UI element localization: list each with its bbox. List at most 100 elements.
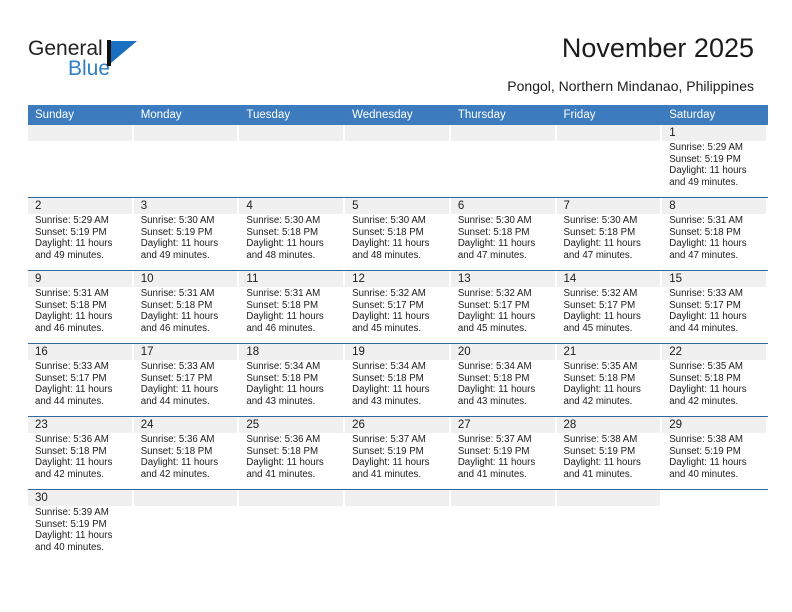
calendar-day-cell[interactable]: 7 Sunrise: 5:30 AM Sunset: 5:18 PM Daylight… [556, 198, 663, 270]
daylight-text-line2: and 46 minutes. [140, 322, 210, 334]
daylight-text-line1: Daylight: 11 hours [457, 457, 536, 469]
daylight-text-line2: and 44 minutes. [35, 395, 104, 407]
calendar-day-cell-empty [450, 490, 557, 562]
day-number [450, 125, 555, 141]
day-number: 18 [239, 344, 344, 360]
daylight-text-line1: Daylight: 11 hours [352, 384, 430, 396]
calendar-day-cell-empty [133, 490, 240, 562]
weekday-header-saturday: Saturday [669, 109, 716, 121]
day-number: 13 [450, 271, 555, 287]
brand-logo[interactable]: General Blue [28, 38, 288, 90]
day-number [239, 125, 344, 141]
day-details: Sunrise: 5:32 AM Sunset: 5:17 PM Daylight:… [345, 287, 451, 334]
daylight-text-line2: and 42 minutes. [669, 395, 739, 407]
calendar-day-cell[interactable]: 13 Sunrise: 5:32 AM Sunset: 5:17 PM Dayligh… [450, 271, 557, 343]
calendar-day-cell[interactable]: 19 Sunrise: 5:34 AM Sunset: 5:18 PM Dayligh… [345, 344, 451, 416]
day-number [133, 490, 238, 506]
day-number [556, 125, 661, 141]
calendar-day-cell[interactable]: 14 Sunrise: 5:32 AM Sunset: 5:17 PM Dayligh… [556, 271, 663, 343]
daylight-text-line2: and 40 minutes. [35, 541, 104, 553]
calendar-day-cell[interactable]: 23 Sunrise: 5:36 AM Sunset: 5:18 PM Dayligh… [28, 417, 134, 489]
calendar-day-cell[interactable]: 5 Sunrise: 5:30 AM Sunset: 5:18 PM Daylight… [345, 198, 451, 270]
day-number: 5 [345, 198, 449, 214]
sunset-text: Sunset: 5:19 PM [140, 226, 213, 238]
calendar-day-cell[interactable]: 29 Sunrise: 5:38 AM Sunset: 5:19 PM Dayligh… [662, 417, 768, 489]
day-details: Sunrise: 5:30 AM Sunset: 5:19 PM Daylight:… [134, 214, 240, 261]
day-number [450, 490, 555, 506]
calendar-day-cell[interactable]: 4 Sunrise: 5:30 AM Sunset: 5:18 PM Daylight… [239, 198, 345, 270]
day-number: 9 [28, 271, 132, 287]
calendar-day-cell[interactable]: 15 Sunrise: 5:33 AM Sunset: 5:17 PM Dayligh… [662, 271, 768, 343]
sunset-text: Sunset: 5:19 PM [352, 445, 424, 457]
daylight-text-line1: Daylight: 11 hours [352, 457, 430, 469]
daylight-text-line1: Daylight: 11 hours [35, 530, 113, 542]
daylight-text-line1: Daylight: 11 hours [563, 238, 641, 250]
day-details: Sunrise: 5:34 AM Sunset: 5:18 PM Daylight:… [345, 360, 451, 407]
day-details: Sunrise: 5:35 AM Sunset: 5:18 PM Daylight:… [662, 360, 768, 407]
sunrise-text: Sunrise: 5:36 AM [246, 434, 321, 445]
day-number: 8 [662, 198, 766, 214]
daylight-text-line2: and 42 minutes. [563, 395, 633, 407]
sunset-text: Sunset: 5:18 PM [352, 226, 424, 238]
calendar-day-cell[interactable]: 26 Sunrise: 5:37 AM Sunset: 5:19 PM Dayligh… [345, 417, 451, 489]
calendar-day-cell[interactable]: 22 Sunrise: 5:35 AM Sunset: 5:18 PM Dayligh… [662, 344, 768, 416]
daylight-text-line1: Daylight: 11 hours [140, 384, 219, 396]
calendar-day-cell[interactable]: 3 Sunrise: 5:30 AM Sunset: 5:19 PM Daylight… [133, 198, 240, 270]
calendar-day-cell[interactable]: 28 Sunrise: 5:38 AM Sunset: 5:19 PM Dayligh… [556, 417, 663, 489]
calendar-day-cell[interactable]: 9 Sunrise: 5:31 AM Sunset: 5:18 PM Daylight… [28, 271, 134, 343]
calendar-day-cell[interactable]: 27 Sunrise: 5:37 AM Sunset: 5:19 PM Dayligh… [450, 417, 557, 489]
day-details: Sunrise: 5:39 AM Sunset: 5:19 PM Daylight:… [28, 506, 134, 553]
day-details: Sunrise: 5:37 AM Sunset: 5:19 PM Daylight:… [345, 433, 451, 480]
calendar-day-cell[interactable]: 20 Sunrise: 5:34 AM Sunset: 5:18 PM Dayligh… [450, 344, 557, 416]
calendar-day-cell[interactable]: 21 Sunrise: 5:35 AM Sunset: 5:18 PM Dayligh… [556, 344, 663, 416]
calendar-day-cell[interactable]: 1 Sunrise: 5:29 AM Sunset: 5:19 PM Daylight… [662, 125, 768, 197]
sunrise-text: Sunrise: 5:38 AM [563, 434, 638, 445]
day-number [133, 125, 238, 141]
calendar-day-cell[interactable]: 18 Sunrise: 5:34 AM Sunset: 5:18 PM Dayligh… [239, 344, 345, 416]
calendar-day-cell[interactable]: 2 Sunrise: 5:29 AM Sunset: 5:19 PM Daylight… [28, 198, 134, 270]
day-details: Sunrise: 5:36 AM Sunset: 5:18 PM Daylight:… [239, 433, 345, 480]
sunrise-text: Sunrise: 5:38 AM [669, 434, 743, 445]
day-number: 28 [556, 417, 661, 433]
daylight-text-line2: and 48 minutes. [352, 249, 422, 261]
day-details: Sunrise: 5:33 AM Sunset: 5:17 PM Daylight:… [662, 287, 768, 334]
calendar-week-row: 9 Sunrise: 5:31 AM Sunset: 5:18 PM Daylight… [28, 270, 768, 343]
sunrise-text: Sunrise: 5:39 AM [35, 507, 109, 518]
weekday-header-sunday: Sunday [35, 109, 75, 121]
sunset-text: Sunset: 5:19 PM [563, 445, 636, 457]
day-details: Sunrise: 5:36 AM Sunset: 5:18 PM Daylight:… [28, 433, 134, 480]
calendar-day-cell-empty [450, 125, 557, 197]
sunrise-text: Sunrise: 5:30 AM [563, 215, 638, 226]
calendar-week-row: 1 Sunrise: 5:29 AM Sunset: 5:19 PM Daylight… [28, 125, 768, 197]
sunset-text: Sunset: 5:18 PM [352, 372, 424, 384]
daylight-text-line2: and 44 minutes. [669, 322, 739, 334]
calendar-day-cell[interactable]: 11 Sunrise: 5:31 AM Sunset: 5:18 PM Dayligh… [239, 271, 345, 343]
calendar-day-cell[interactable]: 16 Sunrise: 5:33 AM Sunset: 5:17 PM Dayligh… [28, 344, 134, 416]
calendar-day-cell[interactable]: 8 Sunrise: 5:31 AM Sunset: 5:18 PM Daylight… [662, 198, 768, 270]
daylight-text-line2: and 47 minutes. [457, 249, 527, 261]
daylight-text-line1: Daylight: 11 hours [669, 311, 747, 323]
calendar-day-cell[interactable]: 24 Sunrise: 5:36 AM Sunset: 5:18 PM Dayligh… [133, 417, 240, 489]
calendar-day-cell[interactable]: 6 Sunrise: 5:30 AM Sunset: 5:18 PM Daylight… [450, 198, 557, 270]
weekday-header-thursday: Thursday [457, 109, 506, 121]
sunrise-text: Sunrise: 5:34 AM [352, 361, 426, 372]
day-details: Sunrise: 5:30 AM Sunset: 5:18 PM Daylight:… [451, 214, 557, 261]
day-details: Sunrise: 5:30 AM Sunset: 5:18 PM Daylight:… [345, 214, 451, 261]
sunrise-text: Sunrise: 5:29 AM [669, 142, 743, 153]
sunset-text: Sunset: 5:18 PM [457, 226, 530, 238]
page-subtitle: Pongol, Northern Mindanao, Philippines [507, 78, 754, 94]
calendar-day-cell[interactable]: 12 Sunrise: 5:32 AM Sunset: 5:17 PM Dayligh… [345, 271, 451, 343]
calendar-day-cell[interactable]: 30 Sunrise: 5:39 AM Sunset: 5:19 PM Dayligh… [28, 490, 134, 562]
daylight-text-line2: and 44 minutes. [140, 395, 210, 407]
calendar-day-cell[interactable]: 10 Sunrise: 5:31 AM Sunset: 5:18 PM Dayligh… [133, 271, 240, 343]
sunset-text: Sunset: 5:17 PM [35, 372, 107, 384]
sunrise-text: Sunrise: 5:36 AM [35, 434, 109, 445]
calendar-day-cell[interactable]: 17 Sunrise: 5:33 AM Sunset: 5:17 PM Dayligh… [133, 344, 240, 416]
logo-triangle-shape [111, 41, 137, 63]
calendar-day-cell-empty [28, 125, 134, 197]
day-details: Sunrise: 5:32 AM Sunset: 5:17 PM Daylight:… [557, 287, 663, 334]
daylight-text-line2: and 42 minutes. [140, 468, 210, 480]
day-number: 12 [345, 271, 449, 287]
sunrise-text: Sunrise: 5:30 AM [140, 215, 215, 226]
calendar-day-cell[interactable]: 25 Sunrise: 5:36 AM Sunset: 5:18 PM Dayligh… [239, 417, 345, 489]
